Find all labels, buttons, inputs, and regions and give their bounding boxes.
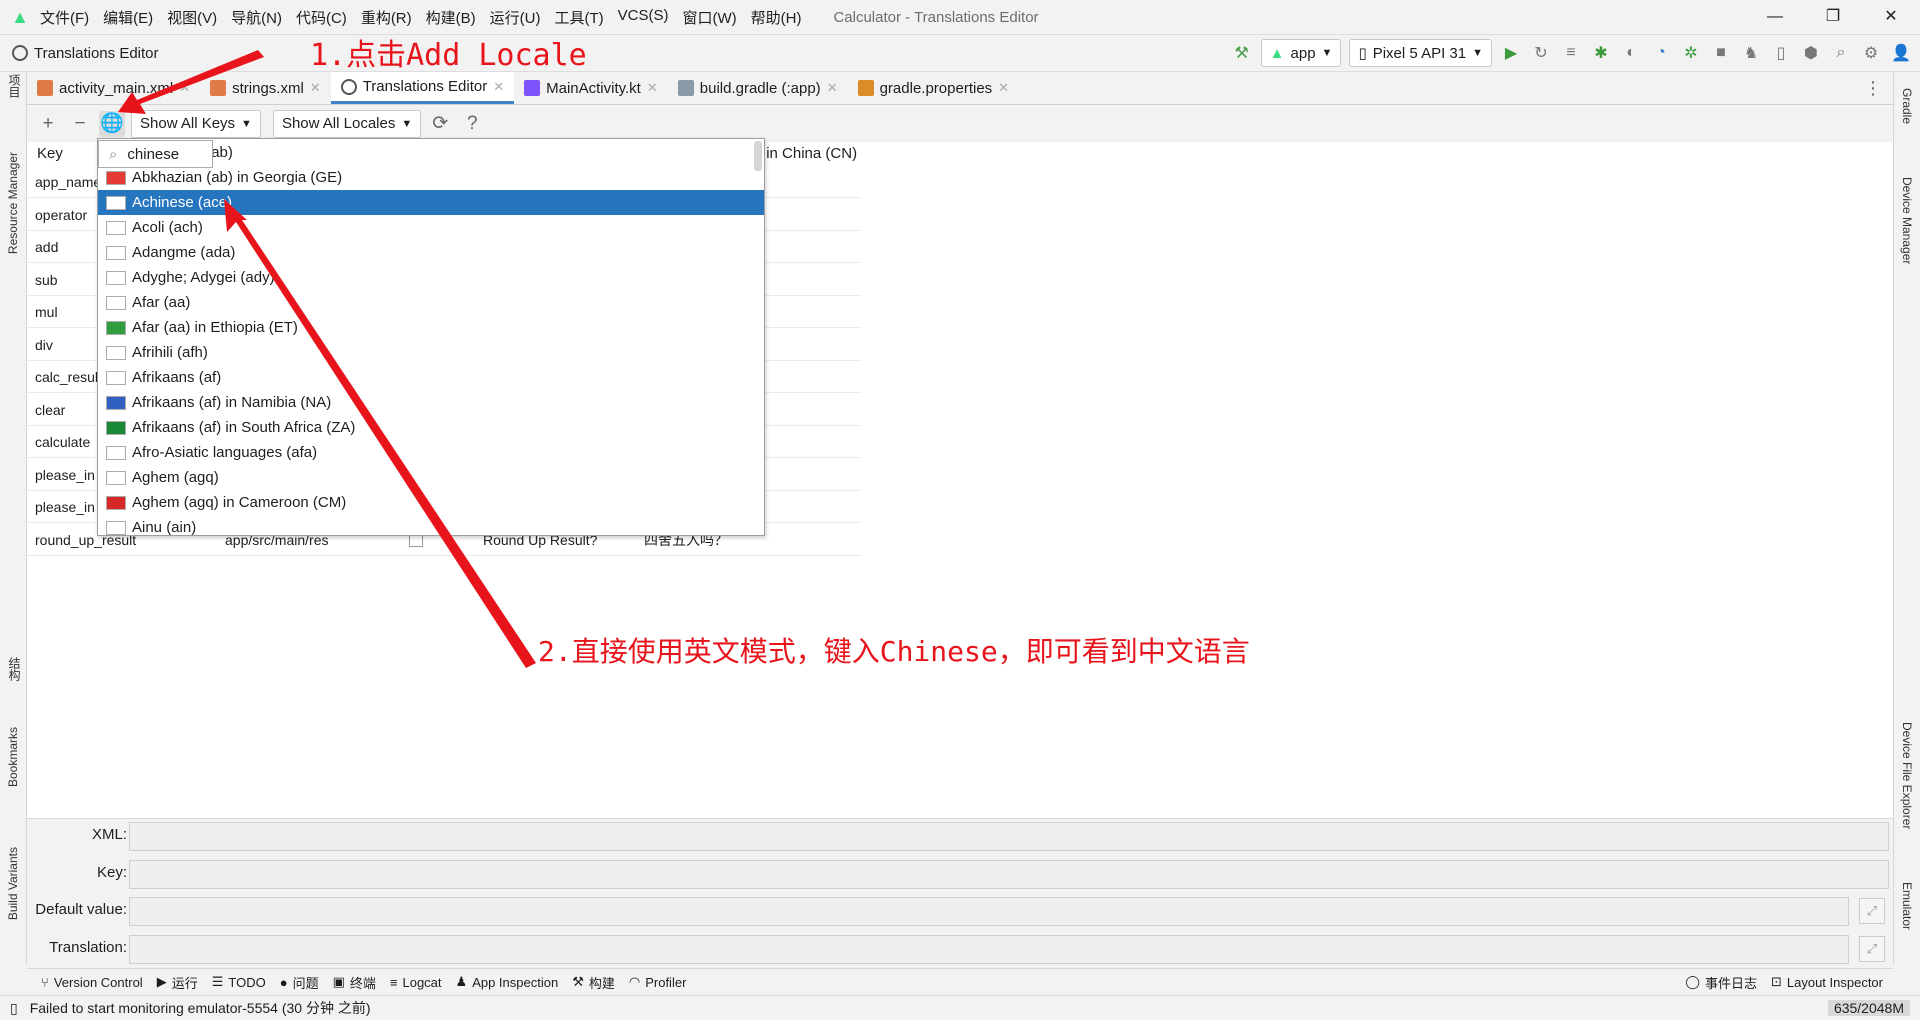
arrow-step2 <box>224 199 536 668</box>
annotation-step1: 1.点击Add Locale <box>310 38 587 73</box>
search-icon: ⌕ <box>109 145 118 163</box>
arrow-step1 <box>118 50 264 114</box>
locale-search-input[interactable]: ⌕ chinese <box>98 140 213 168</box>
search-text: chinese <box>127 145 180 163</box>
annotation-step2: 2.直接使用英文模式，键入Chinese，即可看到中文语言 <box>538 635 1250 668</box>
annotation-arrows <box>118 50 536 668</box>
